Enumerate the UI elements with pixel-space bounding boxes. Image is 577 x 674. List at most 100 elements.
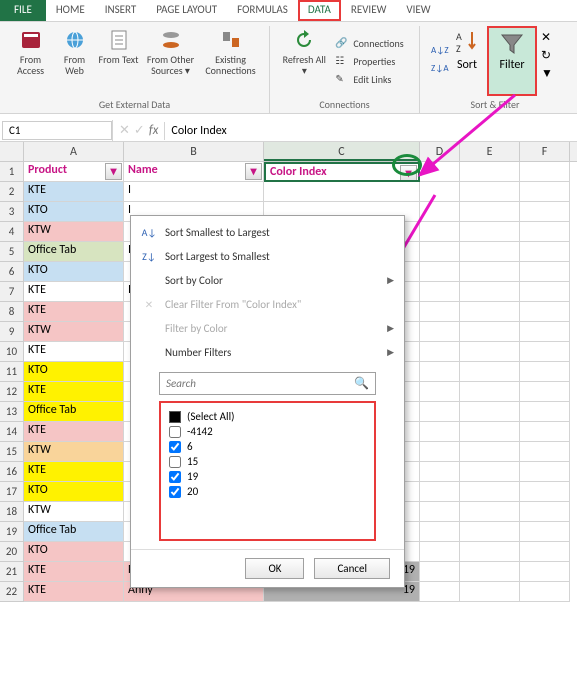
cell[interactable] — [420, 542, 460, 562]
cell[interactable] — [420, 262, 460, 282]
row-header[interactable]: 21 — [0, 562, 24, 582]
cell[interactable] — [460, 582, 520, 602]
fx-icon[interactable]: fx — [149, 123, 159, 138]
cell[interactable] — [520, 222, 570, 242]
tab-page-layout[interactable]: PAGE LAYOUT — [146, 0, 227, 21]
tab-home[interactable]: HOME — [46, 0, 95, 21]
btn-connections[interactable]: 🔗Connections — [335, 34, 403, 52]
btn-edit-links[interactable]: ✎Edit Links — [335, 70, 403, 88]
cell[interactable] — [460, 562, 520, 582]
cell[interactable] — [460, 462, 520, 482]
cell[interactable] — [520, 262, 570, 282]
cell[interactable] — [520, 362, 570, 382]
cancel-button[interactable]: Cancel — [314, 558, 390, 579]
filter-checkbox[interactable] — [169, 486, 181, 498]
header-color-index[interactable]: Color Index▾ — [264, 162, 420, 182]
row-header[interactable]: 7 — [0, 282, 24, 302]
reapply-icon[interactable]: ↻ — [541, 48, 557, 62]
tab-insert[interactable]: INSERT — [95, 0, 147, 21]
filter-check-item[interactable]: -4142 — [169, 424, 366, 439]
cell[interactable] — [420, 322, 460, 342]
row-header[interactable]: 9 — [0, 322, 24, 342]
select-all-corner[interactable] — [0, 142, 24, 161]
cell-product[interactable]: KTE — [24, 282, 124, 302]
tab-review[interactable]: REVIEW — [341, 0, 397, 21]
col-header-F[interactable]: F — [520, 142, 570, 161]
btn-existing-connections[interactable]: Existing Connections — [201, 26, 261, 96]
cell[interactable] — [460, 242, 520, 262]
cell[interactable] — [420, 502, 460, 522]
cell[interactable] — [420, 162, 460, 182]
filter-check-item[interactable]: 19 — [169, 469, 366, 484]
cell[interactable] — [460, 382, 520, 402]
col-header-B[interactable]: B — [124, 142, 264, 161]
cell-product[interactable]: KTE — [24, 382, 124, 402]
tab-formulas[interactable]: FORMULAS — [227, 0, 298, 21]
filter-search-input[interactable] — [166, 377, 354, 390]
cell-product[interactable]: KTE — [24, 342, 124, 362]
cell[interactable] — [460, 302, 520, 322]
cell[interactable] — [460, 282, 520, 302]
cell[interactable] — [420, 202, 460, 222]
cell-product[interactable]: Office Tab — [24, 522, 124, 542]
cell-product[interactable]: KTW — [24, 442, 124, 462]
filter-checkbox[interactable] — [169, 441, 181, 453]
cell[interactable] — [460, 262, 520, 282]
cell[interactable] — [460, 322, 520, 342]
cell[interactable] — [460, 502, 520, 522]
cell[interactable] — [520, 562, 570, 582]
cell[interactable] — [420, 462, 460, 482]
cell[interactable] — [520, 202, 570, 222]
cell-product[interactable]: Office Tab — [24, 242, 124, 262]
row-header[interactable]: 22 — [0, 582, 24, 602]
cell[interactable] — [420, 522, 460, 542]
cell[interactable] — [460, 182, 520, 202]
row-header[interactable]: 15 — [0, 442, 24, 462]
cell[interactable] — [460, 522, 520, 542]
cell-product[interactable]: KTE — [24, 562, 124, 582]
cell[interactable] — [420, 342, 460, 362]
cell[interactable] — [520, 502, 570, 522]
cell[interactable] — [420, 282, 460, 302]
filter-check-item[interactable]: 6 — [169, 439, 366, 454]
filter-checkbox[interactable] — [169, 471, 181, 483]
row-header[interactable]: 10 — [0, 342, 24, 362]
cell[interactable] — [520, 402, 570, 422]
ok-button[interactable]: OK — [245, 558, 304, 579]
cell[interactable] — [520, 442, 570, 462]
tab-data[interactable]: DATA — [298, 0, 341, 21]
row-header[interactable]: 5 — [0, 242, 24, 262]
tab-file[interactable]: FILE — [0, 0, 46, 21]
row-header[interactable]: 11 — [0, 362, 24, 382]
cell-product[interactable]: KTW — [24, 322, 124, 342]
cell[interactable] — [420, 422, 460, 442]
row-header[interactable]: 8 — [0, 302, 24, 322]
header-name[interactable]: Name▾ — [124, 162, 264, 182]
cell[interactable] — [520, 522, 570, 542]
menu-sort-by-color[interactable]: Sort by Color▶ — [131, 268, 404, 292]
cell[interactable] — [420, 222, 460, 242]
cell[interactable] — [520, 282, 570, 302]
filter-dropdown-c[interactable]: ▾ — [400, 165, 417, 182]
name-box[interactable]: C1 — [2, 121, 112, 140]
filter-check-item[interactable]: 15 — [169, 454, 366, 469]
cell[interactable] — [520, 182, 570, 202]
row-header[interactable]: 13 — [0, 402, 24, 422]
filter-check-item[interactable]: 20 — [169, 484, 366, 499]
row-header[interactable]: 17 — [0, 482, 24, 502]
row-header[interactable]: 2 — [0, 182, 24, 202]
cell[interactable] — [520, 462, 570, 482]
cell-product[interactable]: KTE — [24, 182, 124, 202]
cell-product[interactable]: KTO — [24, 542, 124, 562]
advanced-icon[interactable]: ▼ — [541, 66, 557, 80]
cell-product[interactable]: Office Tab — [24, 402, 124, 422]
cell-color-index[interactable] — [264, 182, 420, 202]
cell[interactable] — [420, 582, 460, 602]
cell[interactable] — [520, 342, 570, 362]
cell-product[interactable]: KTE — [24, 582, 124, 602]
row-header[interactable]: 14 — [0, 422, 24, 442]
cell[interactable] — [460, 442, 520, 462]
row-header[interactable]: 6 — [0, 262, 24, 282]
btn-sort-asc-small[interactable]: A↓Z — [431, 43, 445, 61]
row-header[interactable]: 18 — [0, 502, 24, 522]
